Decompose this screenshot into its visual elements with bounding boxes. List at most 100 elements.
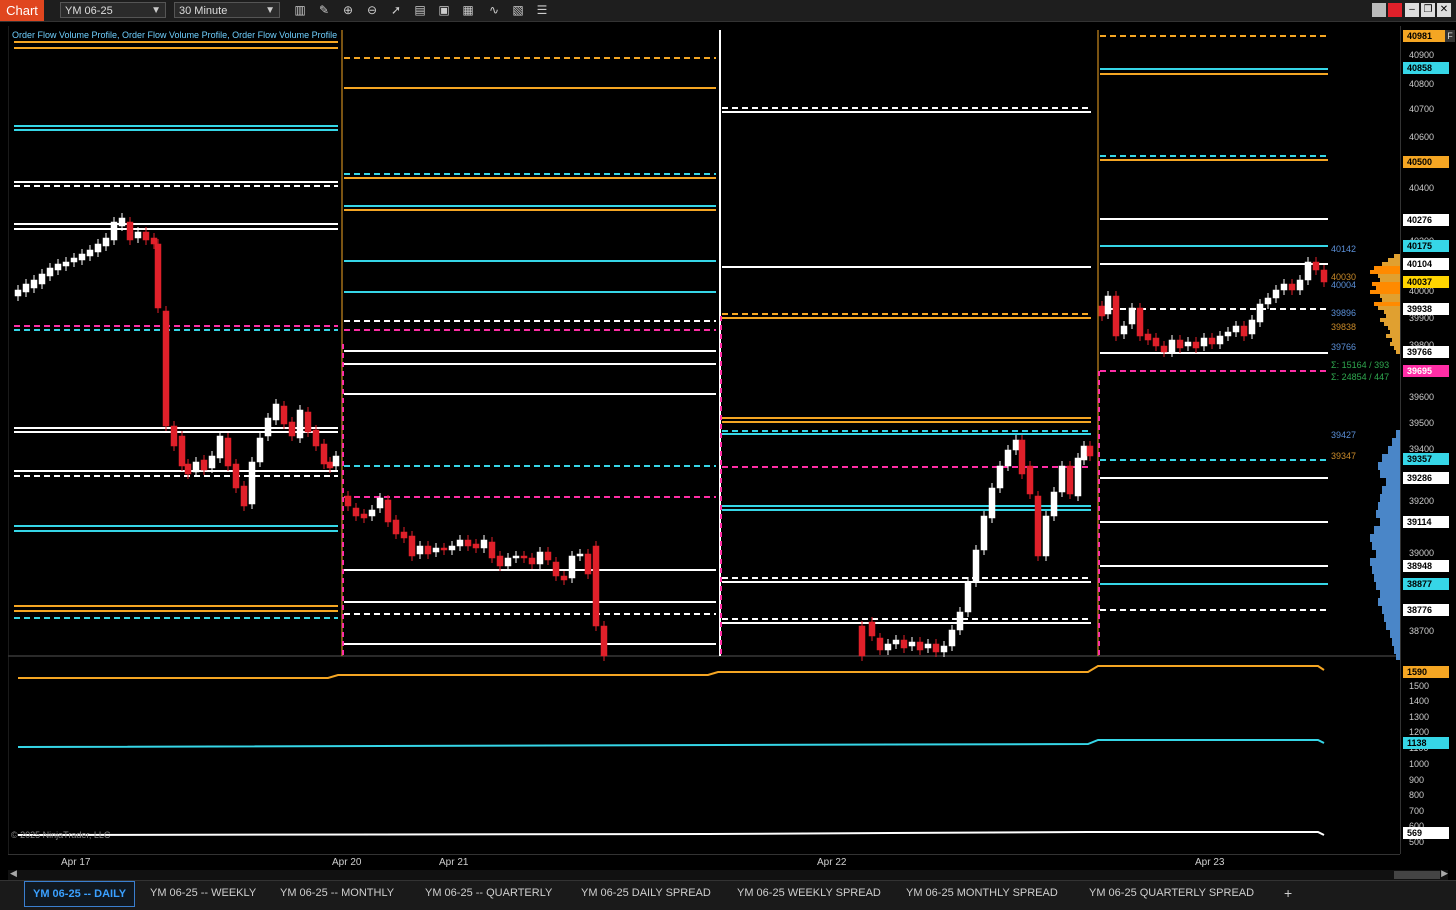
candle-body	[1112, 295, 1120, 337]
strategies-icon[interactable]: ▦	[460, 2, 476, 18]
volume-tick: 1300	[1409, 712, 1430, 722]
volume-profile-bar	[1390, 630, 1400, 638]
candle-body	[916, 641, 924, 651]
add-tab-button[interactable]: +	[1276, 881, 1300, 907]
scroll-thumb[interactable]	[1394, 871, 1440, 879]
candle-body	[1026, 465, 1034, 495]
zoom-out-icon[interactable]: ⊖	[364, 2, 380, 18]
candle-body	[1312, 261, 1320, 271]
candle-body	[424, 545, 432, 555]
close-icon[interactable]: ✕	[1437, 3, 1451, 17]
zoom-in-icon[interactable]: ⊕	[340, 2, 356, 18]
scroll-left-icon[interactable]: ◀	[10, 868, 17, 879]
candle-body	[376, 497, 384, 509]
tab-daily[interactable]: YM 06-25 -- DAILY	[24, 881, 136, 907]
date-label: Apr 22	[817, 857, 847, 868]
volume-profile-bar	[1382, 262, 1400, 266]
interval-select[interactable]: 30 Minute ▼	[174, 2, 280, 18]
volume-profile-bar	[1390, 342, 1400, 346]
candle-body	[940, 645, 948, 653]
price-marker: 39938	[1403, 303, 1449, 315]
red-square-icon[interactable]	[1388, 3, 1402, 17]
volume-line-orange	[18, 665, 1325, 679]
template-icon[interactable]: ▣	[436, 2, 452, 18]
pencil-icon[interactable]: ✎	[316, 2, 332, 18]
candle-body	[1080, 445, 1088, 461]
volume-profile-bar	[1376, 582, 1400, 590]
volume-profile-bar	[1382, 298, 1400, 302]
minimize-icon[interactable]: –	[1405, 3, 1419, 17]
price-chart[interactable]: 401424003040004398963983839766Σ: 15164 /…	[7, 26, 1400, 854]
price-tick: 39600	[1409, 392, 1435, 402]
profile-label: 39347	[1331, 451, 1356, 461]
volume-profile-bar	[1384, 310, 1400, 314]
volume-tick: 1000	[1409, 759, 1430, 769]
volume-profile-bar	[1374, 526, 1400, 534]
gray-square-icon[interactable]	[1372, 3, 1386, 17]
price-marker: 40500	[1403, 156, 1449, 168]
tab-daily-spread[interactable]: YM 06-25 DAILY SPREAD	[573, 881, 719, 907]
candle-body	[972, 549, 980, 583]
candle-body	[232, 463, 240, 489]
tab-quarterly[interactable]: YM 06-25 -- QUARTERLY	[417, 881, 560, 907]
tab-monthly[interactable]: YM 06-25 -- MONTHLY	[272, 881, 402, 907]
scale-flag[interactable]: F	[1445, 30, 1455, 42]
profile-label: 39896	[1331, 308, 1356, 318]
candle-body	[1176, 339, 1184, 349]
price-scale[interactable]: 4090040800407004060040400403004000039900…	[1400, 26, 1456, 854]
maximize-icon[interactable]: ❐	[1421, 3, 1435, 17]
candle-body	[110, 221, 118, 241]
volume-profile-bar	[1372, 282, 1400, 286]
candle-body	[216, 435, 224, 459]
price-marker: 40037	[1403, 276, 1449, 288]
date-label: Apr 20	[332, 857, 362, 868]
price-marker: 38948	[1403, 560, 1449, 572]
interval-value: 30 Minute	[179, 5, 228, 17]
candle-body	[576, 553, 584, 557]
menu-icon[interactable]: ☰	[534, 2, 550, 18]
candle-body	[142, 231, 150, 241]
volume-profile-bar	[1380, 294, 1400, 298]
tab-quarterly-spread[interactable]: YM 06-25 QUARTERLY SPREAD	[1081, 881, 1262, 907]
candle-body	[1288, 283, 1296, 291]
candle-body	[170, 425, 178, 447]
pointer-icon[interactable]: ➚	[388, 2, 404, 18]
tab-weekly[interactable]: YM 06-25 -- WEEKLY	[142, 881, 264, 907]
volume-profile-bar	[1382, 606, 1400, 614]
candle-body	[352, 507, 360, 517]
indicators-icon[interactable]: ∿	[486, 2, 502, 18]
price-tick: 39200	[1409, 496, 1435, 506]
volume-line-cyan	[17, 739, 1325, 748]
scroll-right-icon[interactable]: ▶	[1441, 868, 1448, 879]
volume-profile-bar	[1384, 614, 1400, 622]
bar-type-icon[interactable]: ▥	[292, 2, 308, 18]
candle-body	[1304, 261, 1312, 281]
candle-body	[14, 289, 22, 297]
candle-body	[1004, 449, 1012, 467]
date-label: Apr 17	[61, 857, 91, 868]
candle-body	[1192, 341, 1200, 349]
candle-body	[464, 539, 472, 547]
candle-body	[560, 575, 568, 581]
volume-tick: 800	[1409, 790, 1425, 800]
chart-panel[interactable]: 40142 40030 40004 39896 39838 39766 Σ: 15164 /…	[7, 26, 1400, 854]
candle-body	[248, 461, 256, 505]
data-box-icon[interactable]: ▧	[510, 2, 526, 18]
volume-profile-bar	[1370, 558, 1400, 566]
candle-body	[892, 639, 900, 645]
volume-profile-bar	[1370, 534, 1400, 542]
price-marker: 39286	[1403, 472, 1449, 484]
candle-body	[1018, 439, 1026, 475]
candle-body	[360, 513, 368, 519]
horizontal-scrollbar[interactable]: ◀ ▶	[8, 868, 1448, 880]
candle-body	[1232, 325, 1240, 333]
tab-monthly-spread[interactable]: YM 06-25 MONTHLY SPREAD	[898, 881, 1066, 907]
tab-weekly-spread[interactable]: YM 06-25 WEEKLY SPREAD	[729, 881, 889, 907]
volume-profile-bar	[1380, 318, 1400, 322]
properties-icon[interactable]: ▤	[412, 2, 428, 18]
candle-body	[272, 403, 280, 421]
candle-body	[264, 417, 272, 437]
instrument-select[interactable]: YM 06-25 ▼	[60, 2, 166, 18]
candle-body	[118, 217, 126, 227]
candle-body	[988, 487, 996, 519]
